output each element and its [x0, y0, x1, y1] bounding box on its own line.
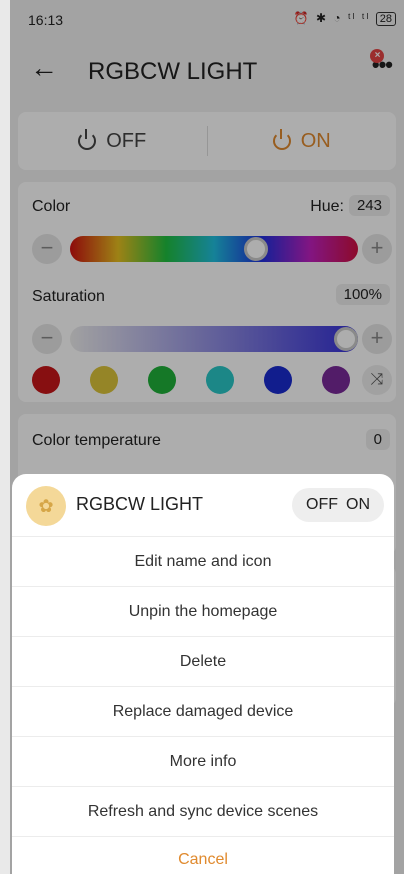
sheet-header: ✿ RGBCW LIGHT OFF ON	[12, 474, 394, 536]
unpin-homepage-item[interactable]: Unpin the homepage	[12, 586, 394, 636]
refresh-sync-item[interactable]: Refresh and sync device scenes	[12, 786, 394, 836]
delete-item[interactable]: Delete	[12, 636, 394, 686]
edit-name-icon-item[interactable]: Edit name and icon	[12, 536, 394, 586]
toggle-on-label: ON	[346, 496, 370, 513]
replace-device-item[interactable]: Replace damaged device	[12, 686, 394, 736]
device-power-toggle[interactable]: OFF ON	[292, 488, 384, 522]
more-info-item[interactable]: More info	[12, 736, 394, 786]
device-name: RGBCW LIGHT	[76, 494, 204, 514]
light-bulb-icon: ✿	[26, 486, 66, 526]
cancel-button[interactable]: Cancel	[12, 836, 394, 874]
toggle-off-label: OFF	[306, 496, 338, 513]
device-action-sheet: ✿ RGBCW LIGHT OFF ON Edit name and icon …	[12, 474, 394, 874]
